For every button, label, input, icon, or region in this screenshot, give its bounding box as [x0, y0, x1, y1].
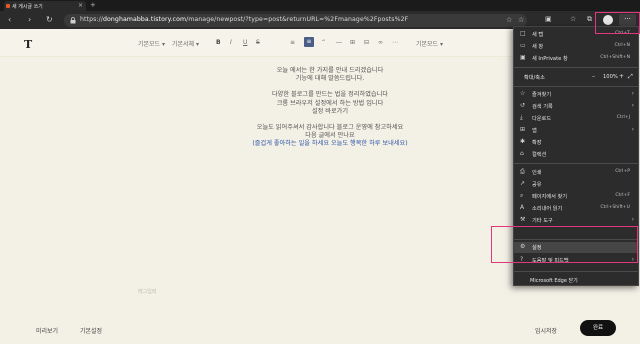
- image-button[interactable]: ⊟: [364, 39, 369, 46]
- menu-item-zoom: 확대/축소 – 100% + ⤢: [524, 73, 633, 81]
- help-icon: ?: [520, 256, 524, 263]
- toolbar-mode-select[interactable]: 기본모드 ▾: [138, 39, 165, 48]
- menu-item-history[interactable]: ↺ 검색 기록 ›: [514, 101, 638, 112]
- preview-button[interactable]: 미리보기: [36, 326, 58, 335]
- menu-item-read-aloud[interactable]: A 소리내어 읽기 Ctrl+Shift+U: [514, 203, 638, 214]
- publish-button[interactable]: 완료: [580, 320, 616, 336]
- menu-item-share[interactable]: ↗ 공유: [514, 179, 638, 190]
- menu-item-extensions[interactable]: ✱ 확장: [514, 137, 638, 148]
- menu-item-apps[interactable]: ⊞ 앱 ›: [514, 125, 638, 136]
- underline-button[interactable]: U: [243, 39, 247, 46]
- menu-item-more-tools[interactable]: ⚒ 기타 도구 ›: [514, 215, 638, 226]
- tab-close-icon[interactable]: ×: [78, 2, 83, 9]
- puzzle-icon: ✱: [520, 138, 526, 145]
- reading-view-icon[interactable]: ☆: [506, 16, 512, 24]
- editor-mode-select[interactable]: 기본모드 ▾: [416, 39, 443, 48]
- menu-item-inprivate[interactable]: ▣ 새 InPrivate 창 Ctrl+Shift+N: [514, 53, 638, 64]
- settings-more-button[interactable]: ···: [619, 14, 636, 26]
- save-draft-button[interactable]: 임시저장: [535, 326, 557, 335]
- content-line: 기능에 대해 말씀드립니다.: [295, 75, 365, 83]
- gear-icon: ⚙: [520, 243, 526, 250]
- content-line: 크롬 브라우저 설정에서 하는 방법 입니다: [276, 99, 384, 107]
- content-line: 다양한 블로그를 만드는 법을 정리하였습니다: [271, 91, 389, 99]
- zoom-out-button[interactable]: –: [592, 73, 595, 80]
- menu-divider: [514, 271, 638, 272]
- settings-more-menu: □ 새 탭 Ctrl+T ▭ 새 창 Ctrl+N ▣ 새 InPrivate …: [513, 26, 639, 286]
- download-icon: ⤓: [520, 114, 523, 121]
- collections-icon[interactable]: ⧉: [587, 15, 592, 24]
- menu-item-settings[interactable]: ⚙ 설정: [514, 242, 638, 253]
- align-center-button[interactable]: ≡: [304, 37, 314, 47]
- browser-tab[interactable]: 새 게시글 쓰기 ×: [4, 1, 86, 11]
- chevron-right-icon: ›: [631, 126, 634, 133]
- new-window-icon: ▭: [520, 42, 526, 49]
- chevron-right-icon: ›: [631, 256, 634, 263]
- zoom-in-button[interactable]: +: [619, 73, 624, 80]
- chevron-right-icon: ›: [631, 216, 634, 223]
- content-line-highlight: (즐겁게 좋아하는 일을 하세요 오늘도 행복한 하루 보내세요): [252, 140, 408, 148]
- tab-strip: 새 게시글 쓰기 × +: [0, 0, 640, 11]
- new-tab-button[interactable]: +: [90, 1, 96, 9]
- zoom-level: 100%: [603, 74, 618, 80]
- favorites-star-icon[interactable]: ☆: [518, 16, 524, 24]
- chevron-right-icon: ›: [631, 90, 634, 97]
- menu-divider: [514, 239, 638, 240]
- read-aloud-icon: A: [520, 204, 525, 211]
- lock-icon: [70, 17, 76, 24]
- menu-item-new-tab[interactable]: □ 새 탭 Ctrl+T: [514, 29, 638, 40]
- content-line: 설정 바로가기: [311, 107, 349, 115]
- strike-button[interactable]: S: [256, 39, 260, 46]
- refresh-button[interactable]: ↻: [46, 15, 53, 25]
- history-icon: ↺: [520, 102, 526, 109]
- tistory-favicon-icon: [6, 4, 10, 8]
- print-icon: ⎙: [520, 168, 525, 175]
- quote-button[interactable]: “: [322, 39, 325, 46]
- fullscreen-icon[interactable]: ⤢: [628, 73, 633, 81]
- share-icon: ↗: [520, 180, 526, 187]
- menu-item-help[interactable]: ? 도움말 및 피드백 ›: [514, 255, 638, 266]
- more-tools-button[interactable]: ⋯: [392, 39, 398, 46]
- bold-button[interactable]: B: [216, 39, 221, 46]
- tools-icon: ⚒: [520, 216, 526, 223]
- address-bar[interactable]: https://donghamabba.tistory.com/manage/n…: [64, 14, 527, 27]
- menu-item-close-edge[interactable]: Microsoft Edge 닫기: [530, 277, 578, 284]
- toolbar-font-select[interactable]: 기본서체 ▾: [172, 39, 199, 48]
- post-body[interactable]: 오늘 에서는 한 가지를 안내 드리겠습니다 기능에 대해 말씀드립니다. 다양…: [160, 67, 500, 149]
- menu-divider: [514, 163, 638, 164]
- editor-bottom-bar: 미리보기 기본설정 임시저장 완료: [0, 314, 640, 344]
- link-button[interactable]: ∞: [378, 39, 383, 46]
- menu-item-new-window[interactable]: ▭ 새 창 Ctrl+N: [514, 41, 638, 52]
- italic-button[interactable]: I: [230, 39, 232, 46]
- back-button[interactable]: ‹: [8, 15, 11, 25]
- menu-item-find[interactable]: ⌕ 페이지에서 찾기 Ctrl+F: [514, 191, 638, 202]
- tistory-logo[interactable]: T: [24, 38, 32, 51]
- tab-title: 새 게시글 쓰기: [12, 4, 43, 10]
- content-line: 오늘도 읽어주셔서 감사합니다 블로그 운영에 참고하세요: [256, 124, 404, 132]
- align-left-button[interactable]: ≡: [290, 39, 295, 46]
- menu-item-print[interactable]: ⎙ 인쇄 Ctrl+P: [514, 167, 638, 178]
- menu-divider: [514, 67, 638, 68]
- favorites-bar-icon[interactable]: ☆: [570, 15, 576, 23]
- chevron-right-icon: ›: [631, 102, 634, 109]
- table-button[interactable]: ⊞: [350, 39, 355, 46]
- collections-icon: ⌂: [520, 150, 524, 157]
- menu-divider: [514, 86, 638, 87]
- search-icon: ⌕: [520, 192, 524, 199]
- tag-input[interactable]: 태그입력: [138, 288, 156, 295]
- menu-item-collections[interactable]: ⌂ 컬렉션: [514, 149, 638, 160]
- new-tab-icon: □: [520, 30, 526, 37]
- url-text[interactable]: https://donghamabba.tistory.com/manage/n…: [80, 16, 408, 23]
- forward-button[interactable]: ›: [28, 15, 31, 25]
- extension-icon[interactable]: ▣: [545, 15, 552, 23]
- menu-item-downloads[interactable]: ⤓ 다운로드 Ctrl+J: [514, 113, 638, 124]
- basic-settings-button[interactable]: 기본설정: [80, 326, 102, 335]
- inprivate-icon: ▣: [520, 54, 526, 61]
- favorites-icon: ☆: [520, 90, 526, 97]
- apps-icon: ⊞: [520, 126, 526, 133]
- divider-button[interactable]: ―: [336, 39, 342, 46]
- content-line: 오늘 에서는 한 가지를 안내 드리겠습니다: [276, 67, 384, 74]
- profile-avatar[interactable]: [603, 15, 613, 25]
- menu-item-favorites[interactable]: ☆ 즐겨찾기 ›: [514, 89, 638, 100]
